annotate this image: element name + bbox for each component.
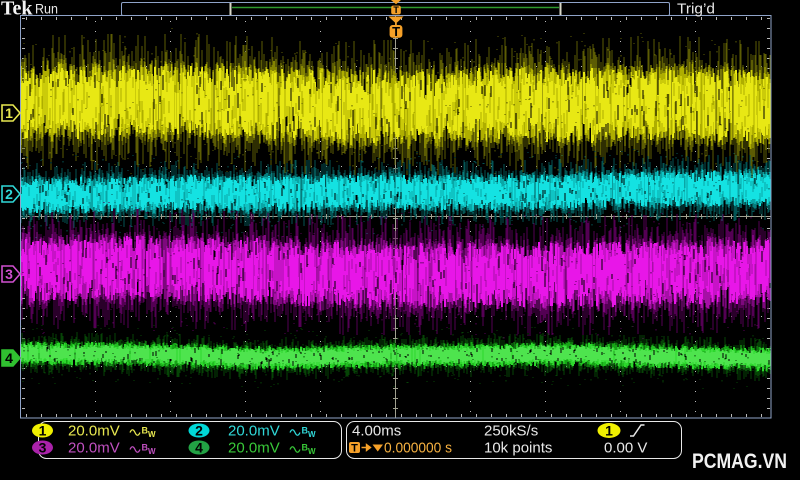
svg-text:T: T bbox=[392, 24, 400, 39]
svg-text:0.000000 s: 0.000000 s bbox=[384, 440, 452, 457]
svg-text:20.0mV: 20.0mV bbox=[68, 440, 120, 457]
svg-text:3: 3 bbox=[5, 266, 13, 282]
svg-text:W: W bbox=[148, 430, 156, 439]
svg-text:T: T bbox=[351, 443, 358, 455]
svg-text:Run: Run bbox=[35, 1, 58, 17]
svg-text:1: 1 bbox=[39, 423, 47, 439]
svg-text:2: 2 bbox=[5, 186, 13, 202]
svg-text:T: T bbox=[393, 5, 399, 15]
svg-text:0.00 V: 0.00 V bbox=[604, 440, 647, 457]
svg-text:1: 1 bbox=[5, 105, 13, 121]
svg-text:10k points: 10k points bbox=[484, 440, 552, 457]
svg-text:4: 4 bbox=[5, 350, 13, 366]
svg-text:Trig’d: Trig’d bbox=[677, 2, 715, 18]
svg-text:Tek: Tek bbox=[1, 0, 33, 20]
svg-text:PCMAG.VN: PCMAG.VN bbox=[692, 450, 787, 473]
svg-text:W: W bbox=[308, 447, 316, 456]
svg-text:250kS/s: 250kS/s bbox=[484, 423, 538, 440]
svg-text:20.0mV: 20.0mV bbox=[228, 423, 280, 440]
svg-text:4: 4 bbox=[195, 440, 203, 456]
svg-text:4.00ms: 4.00ms bbox=[352, 423, 401, 440]
svg-text:2: 2 bbox=[195, 423, 203, 439]
svg-text:20.0mV: 20.0mV bbox=[228, 440, 280, 457]
svg-text:3: 3 bbox=[39, 440, 47, 456]
svg-text:W: W bbox=[308, 430, 316, 439]
svg-text:20.0mV: 20.0mV bbox=[68, 423, 120, 440]
svg-text:W: W bbox=[148, 447, 156, 456]
svg-text:1: 1 bbox=[605, 423, 613, 439]
